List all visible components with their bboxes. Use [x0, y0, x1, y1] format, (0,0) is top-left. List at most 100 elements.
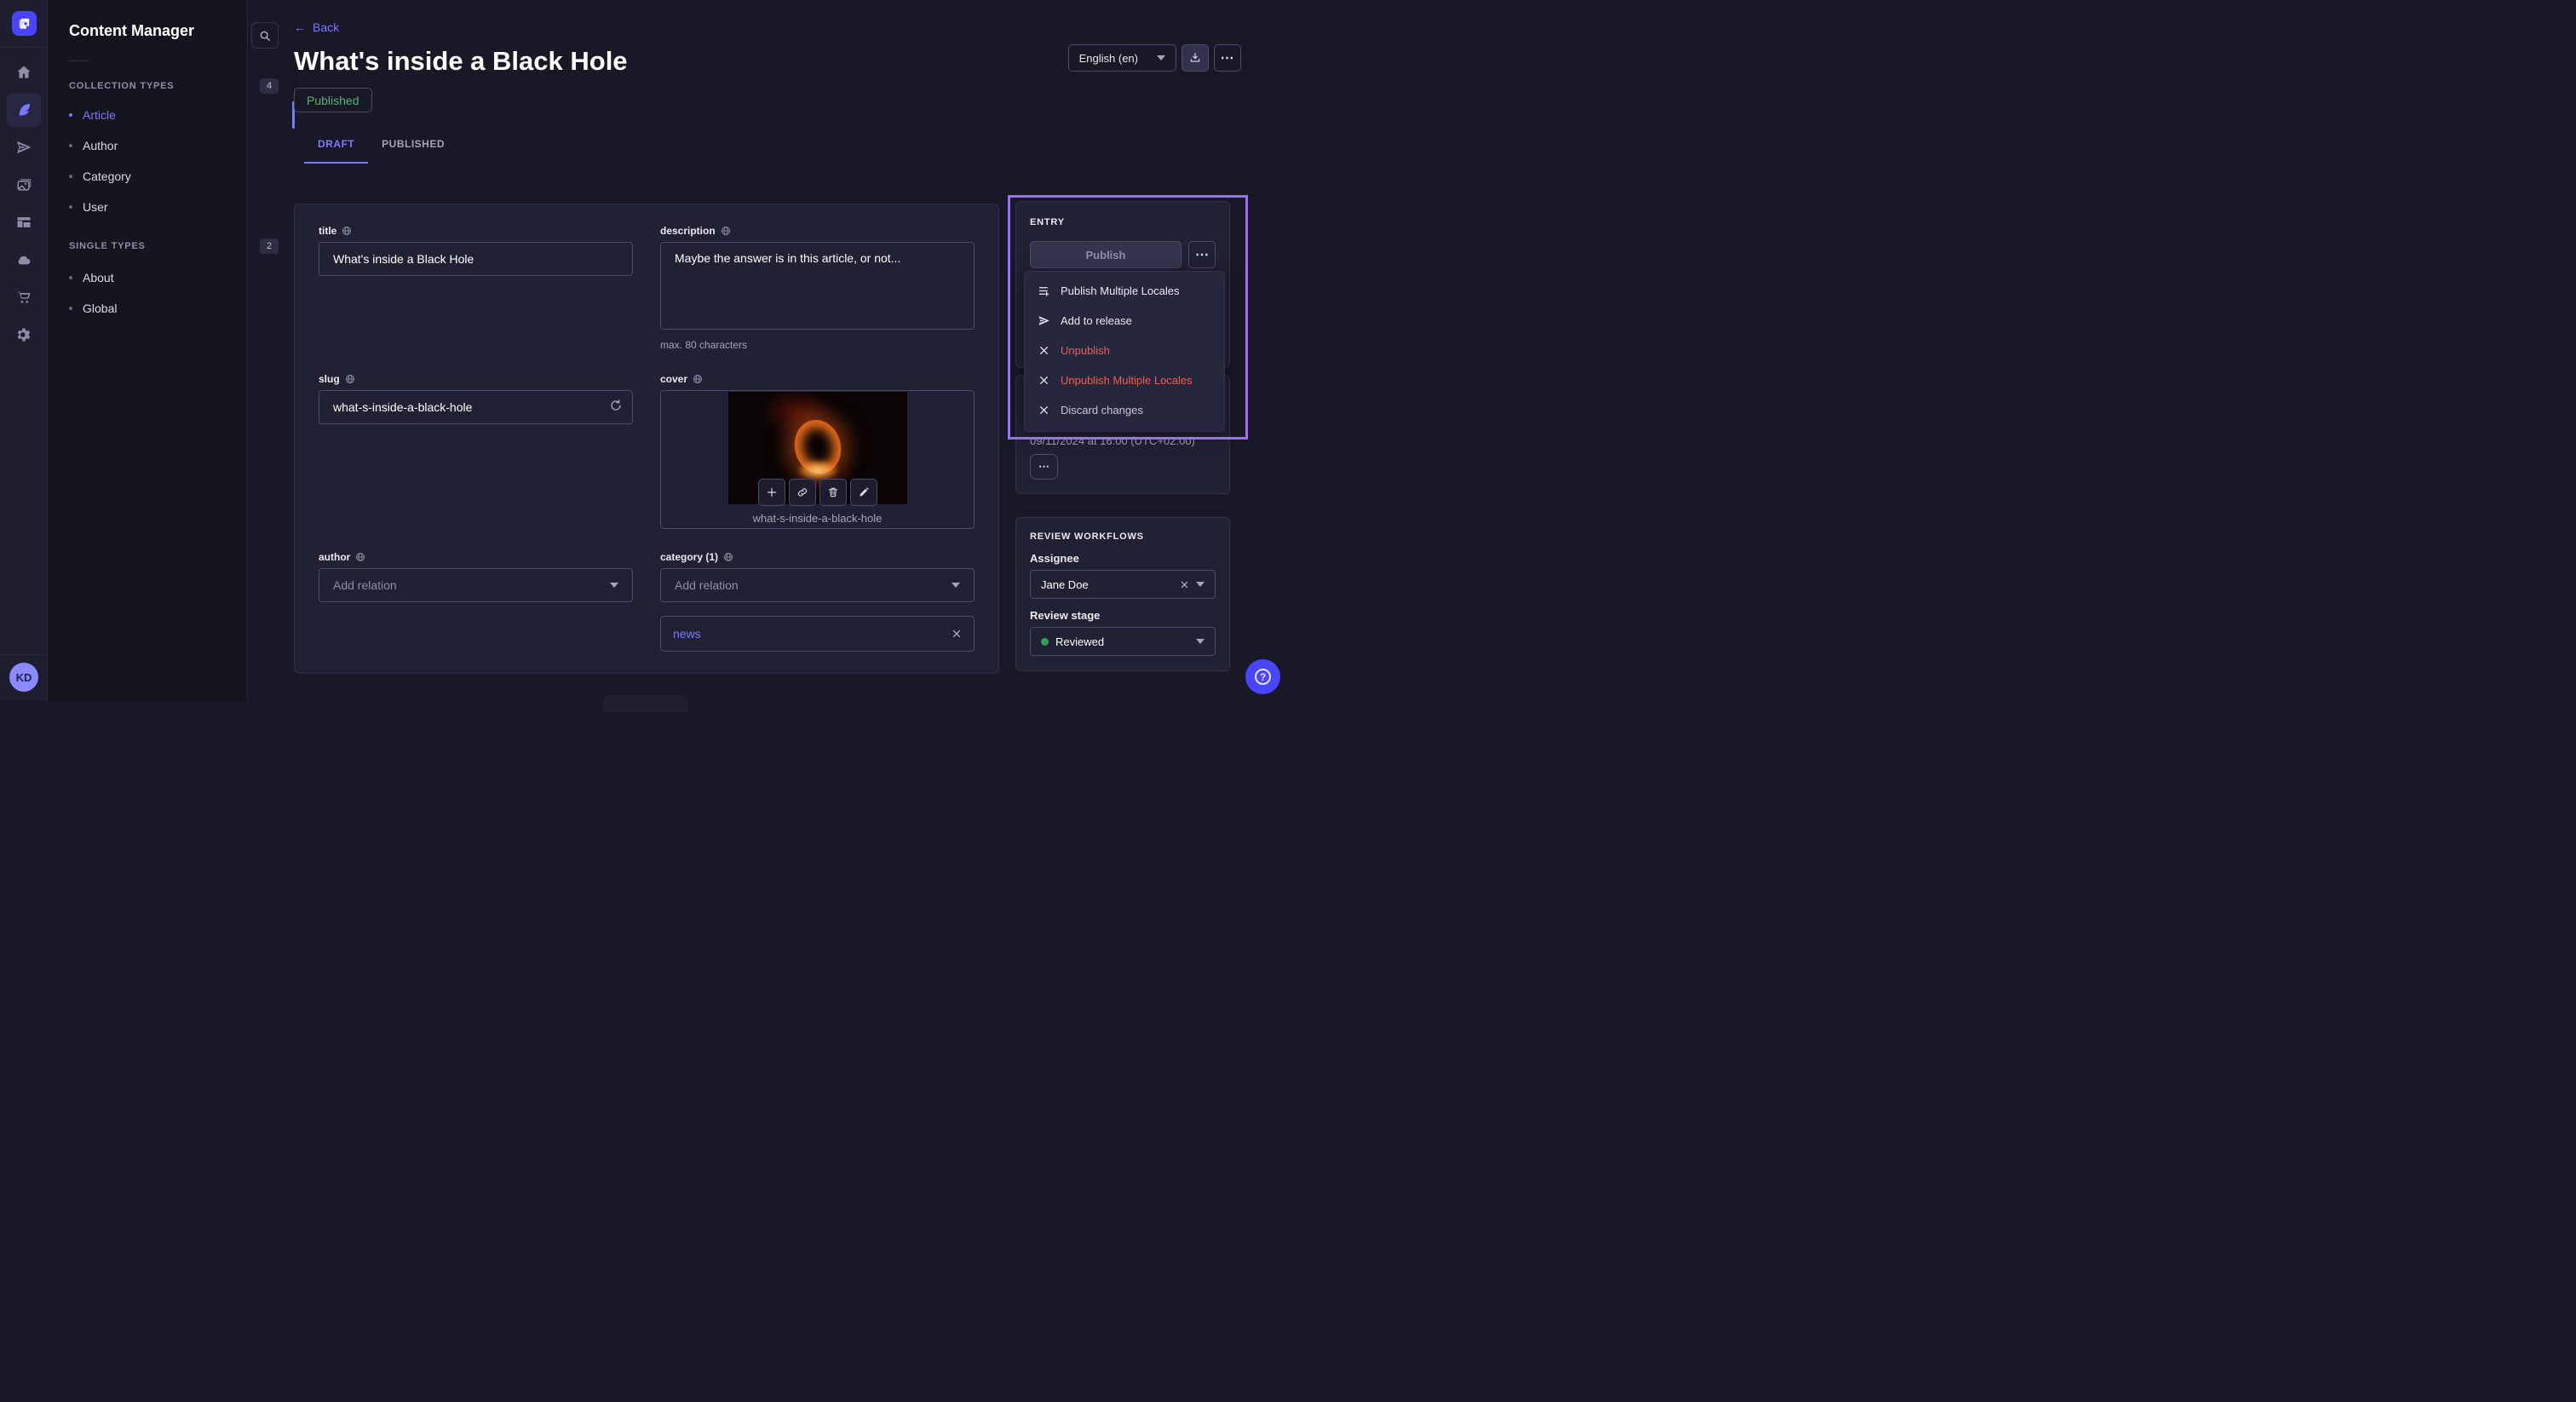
globe-icon — [342, 226, 352, 236]
field-label-text: slug — [319, 373, 340, 385]
back-label: Back — [313, 20, 339, 34]
globe-icon — [721, 226, 731, 236]
menu-item-discard-changes[interactable]: Discard changes — [1025, 395, 1224, 425]
entry-actions-menu: Publish Multiple Locales Add to release … — [1024, 271, 1225, 432]
menu-item-unpublish[interactable]: Unpublish — [1025, 336, 1224, 365]
menu-item-label: Add to release — [1061, 314, 1132, 327]
header-controls: English (en) ⋯ — [1068, 44, 1241, 72]
edit-media-button[interactable] — [850, 479, 877, 506]
cross-icon — [1037, 345, 1050, 356]
bullet-icon — [69, 144, 72, 147]
assignee-select[interactable]: Jane Doe — [1030, 570, 1216, 599]
author-relation-select[interactable]: Add relation — [319, 568, 633, 602]
status-badge: Published — [294, 88, 372, 112]
field-cover: cover — [660, 373, 975, 529]
more-icon: ⋯ — [1221, 49, 1235, 66]
menu-item-publish-multiple-locales[interactable]: Publish Multiple Locales — [1025, 276, 1224, 306]
sidebar-item-label: Article — [83, 108, 116, 122]
marketplace-cart-icon[interactable] — [7, 280, 41, 314]
bullet-icon — [69, 276, 72, 279]
question-mark-icon: ? — [1255, 669, 1271, 685]
black-hole-glow — [798, 461, 837, 480]
info-more-button[interactable]: ⋯ — [1030, 454, 1058, 480]
help-button[interactable]: ? — [1245, 659, 1280, 694]
releases-icon[interactable] — [7, 130, 41, 164]
delete-media-button[interactable] — [819, 479, 847, 506]
content-manager-icon[interactable] — [7, 93, 41, 127]
sidebar-item-label: About — [83, 271, 114, 284]
edit-form-card: title description Maybe the answer is in… — [294, 204, 999, 674]
author-placeholder: Add relation — [333, 578, 397, 592]
copy-link-button[interactable] — [789, 479, 816, 506]
sidebar-item-article[interactable]: Article — [69, 101, 279, 129]
sidebar-item-author[interactable]: Author — [69, 132, 279, 159]
bottom-button-partial[interactable] — [603, 695, 688, 712]
field-author: author Add relation — [319, 551, 633, 652]
bullet-icon — [69, 113, 72, 117]
more-icon: ⋯ — [1038, 460, 1049, 474]
user-avatar[interactable]: KD — [9, 663, 38, 692]
chevron-down-icon — [1196, 582, 1205, 587]
globe-icon — [345, 374, 355, 384]
remove-relation-icon[interactable] — [952, 629, 962, 639]
sidebar-item-category[interactable]: Category — [69, 163, 279, 190]
locale-value: English (en) — [1079, 52, 1138, 65]
category-placeholder: Add relation — [675, 578, 739, 592]
settings-gear-icon[interactable] — [7, 318, 41, 352]
review-workflows-heading: REVIEW WORKFLOWS — [1030, 531, 1216, 542]
media-library-icon[interactable] — [7, 168, 41, 202]
search-icon[interactable] — [251, 22, 279, 49]
field-category: category (1) Add relation news — [660, 551, 975, 652]
add-media-button[interactable] — [758, 479, 785, 506]
description-textarea[interactable]: Maybe the answer is in this article, or … — [660, 242, 975, 330]
entry-heading: ENTRY — [1030, 217, 1216, 227]
bullet-icon — [69, 175, 72, 178]
menu-item-label: Unpublish Multiple Locales — [1061, 374, 1193, 387]
arrow-left-icon: ← — [294, 20, 306, 34]
sidebar-item-about[interactable]: About — [69, 264, 279, 291]
field-title: title — [319, 225, 633, 351]
field-label-text: description — [660, 225, 716, 237]
menu-item-label: Publish Multiple Locales — [1061, 284, 1179, 297]
field-label-text: title — [319, 225, 336, 237]
field-label-text: category (1) — [660, 551, 718, 563]
deploy-cloud-icon[interactable] — [7, 243, 41, 277]
version-tabs: DRAFT PUBLISHED — [304, 138, 458, 164]
tab-published[interactable]: PUBLISHED — [368, 138, 458, 164]
header-more-button[interactable]: ⋯ — [1214, 44, 1241, 72]
regenerate-slug-icon[interactable] — [609, 399, 623, 412]
menu-item-add-to-release[interactable]: Add to release — [1025, 306, 1224, 336]
description-field-label: description — [660, 225, 975, 237]
cover-actions — [758, 479, 877, 506]
globe-icon — [723, 552, 733, 562]
sidebar-item-global[interactable]: Global — [69, 295, 279, 322]
slug-field-label: slug — [319, 373, 633, 385]
review-stage-value: Reviewed — [1055, 635, 1104, 648]
slug-input[interactable] — [319, 390, 633, 424]
assignee-value: Jane Doe — [1041, 578, 1089, 591]
collection-types-header: COLLECTION TYPES 4 — [69, 78, 279, 94]
entry-more-button[interactable]: ⋯ — [1188, 241, 1216, 268]
menu-item-unpublish-multiple-locales[interactable]: Unpublish Multiple Locales — [1025, 365, 1224, 395]
strapi-logo[interactable] — [12, 11, 37, 36]
back-link[interactable]: ← Back — [294, 20, 339, 34]
home-icon[interactable] — [7, 55, 41, 89]
menu-item-label: Discard changes — [1061, 404, 1143, 417]
page-title: What's inside a Black Hole — [294, 46, 628, 77]
download-button[interactable] — [1182, 44, 1209, 72]
review-stage-label: Review stage — [1030, 609, 1216, 622]
content-type-builder-icon[interactable] — [7, 205, 41, 239]
category-relation-select[interactable]: Add relation — [660, 568, 975, 602]
locale-select[interactable]: English (en) — [1068, 44, 1176, 72]
author-field-label: author — [319, 551, 633, 563]
sidebar-item-user[interactable]: User — [69, 193, 279, 221]
globe-icon — [693, 374, 703, 384]
title-input[interactable] — [319, 242, 633, 276]
field-description: description Maybe the answer is in this … — [660, 225, 975, 351]
relation-link[interactable]: news — [673, 627, 701, 641]
review-stage-select[interactable]: Reviewed — [1030, 627, 1216, 656]
clear-assignee-icon[interactable] — [1180, 580, 1189, 589]
bullet-icon — [69, 307, 72, 310]
publish-button[interactable]: Publish — [1030, 241, 1182, 268]
tab-draft[interactable]: DRAFT — [304, 138, 368, 164]
